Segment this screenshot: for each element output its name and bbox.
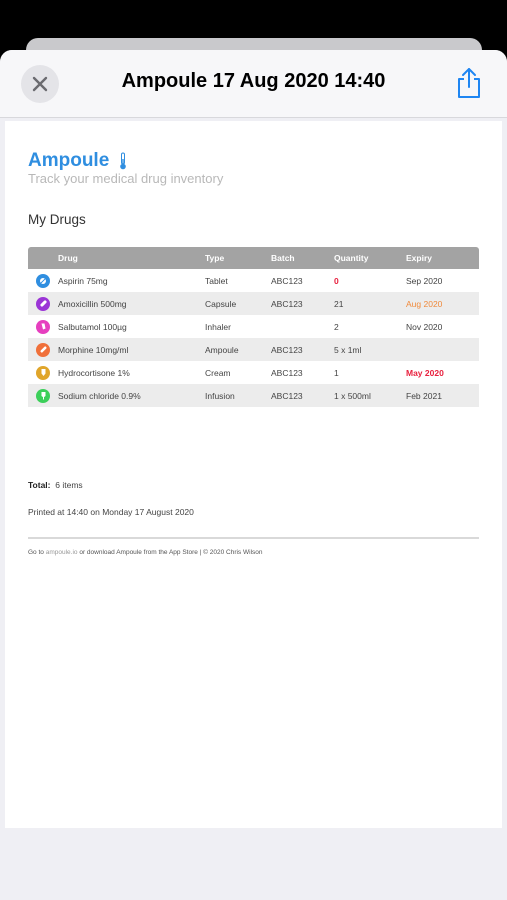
header-drug: Drug [58,253,78,263]
drug-quantity: 1 x 500ml [334,390,371,401]
drug-expiry: Nov 2020 [406,321,443,332]
inhaler-icon [36,319,50,334]
drug-quantity: 21 [334,298,344,309]
page-footer: Go to ampoule.io or download Ampoule fro… [28,549,263,556]
drug-batch: ABC123 [271,344,303,355]
sheet-header: Ampoule 17 Aug 2020 14:40 [0,50,507,118]
thermometer-icon [120,152,127,170]
drug-quantity: 2 [334,321,339,332]
header-type: Type [205,253,225,263]
tablet-icon [36,273,50,288]
sheet-title: Ampoule 17 Aug 2020 14:40 [121,70,386,92]
drug-batch: ABC123 [271,390,303,401]
table-row: Sodium chloride 0.9% Infusion ABC123 1 x… [28,384,479,407]
drug-expiry: Sep 2020 [406,275,443,286]
drug-type: Cream [205,367,231,378]
close-icon [32,76,48,92]
drug-quantity: 1 [334,367,339,378]
header-batch: Batch [271,253,295,263]
infusion-icon [36,388,50,403]
footer-prefix: Go to [28,549,46,556]
drug-name: Sodium chloride 0.9% [58,390,141,401]
drug-quantity: 5 x 1ml [334,344,362,355]
brand-title: Ampoule [28,150,127,172]
drug-expiry: Feb 2021 [406,390,442,401]
drug-type: Infusion [205,390,235,401]
drug-batch: ABC123 [271,298,303,309]
drug-expiry: Aug 2020 [406,298,443,309]
footer-suffix: or download Ampoule from the App Store |… [77,549,263,556]
table-row: Aspirin 75mg Tablet ABC123 0 Sep 2020 [28,269,479,292]
total-value: 6 items [55,480,83,490]
table-row: Hydrocortisone 1% Cream ABC123 1 May 202… [28,361,479,384]
footer-divider [28,537,479,539]
drug-type: Inhaler [205,321,231,332]
drug-quantity: 0 [334,275,339,286]
printed-timestamp: Printed at 14:40 on Monday 17 August 202… [28,507,194,517]
drug-type: Tablet [205,275,228,286]
drug-name: Morphine 10mg/ml [58,344,129,355]
brand-name: Ampoule [28,150,110,171]
footer-link[interactable]: ampoule.io [46,549,78,556]
header-quantity: Quantity [334,253,369,263]
brand-tagline: Track your medical drug inventory [28,171,224,186]
total-summary: Total: 6 items [28,480,83,490]
ampoule-icon [36,342,50,357]
header-expiry: Expiry [406,253,432,263]
table-header: Drug Type Batch Quantity Expiry [28,247,479,269]
drug-type: Capsule [205,298,237,309]
share-preview-sheet: Ampoule 17 Aug 2020 14:40 Ampoule Track … [0,50,507,900]
drug-name: Aspirin 75mg [58,275,108,286]
document-page: Ampoule Track your medical drug inventor… [5,121,502,828]
table-row: Salbutamol 100µg Inhaler 2 Nov 2020 [28,315,479,338]
table-row: Amoxicillin 500mg Capsule ABC123 21 Aug … [28,292,479,315]
section-title: My Drugs [28,212,86,227]
share-icon [458,68,480,98]
drug-name: Hydrocortisone 1% [58,367,130,378]
drug-batch: ABC123 [271,275,303,286]
drug-batch: ABC123 [271,367,303,378]
table-row: Morphine 10mg/ml Ampoule ABC123 5 x 1ml [28,338,479,361]
drug-type: Ampoule [205,344,239,355]
capsule-icon [36,296,50,311]
close-button[interactable] [21,65,59,103]
drug-expiry: May 2020 [406,367,444,378]
drug-name: Amoxicillin 500mg [58,298,127,309]
share-button[interactable] [455,67,483,99]
total-label: Total: [28,480,51,490]
drug-name: Salbutamol 100µg [58,321,127,332]
drugs-table: Drug Type Batch Quantity Expiry Aspirin … [28,247,479,407]
cream-icon [36,365,50,380]
